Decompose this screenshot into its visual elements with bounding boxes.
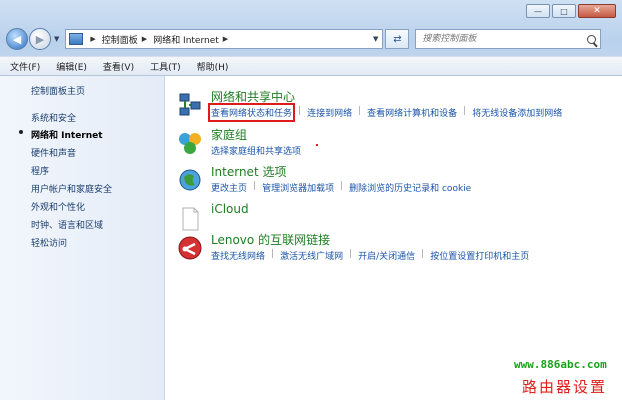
address-bar[interactable]: ▶ 控制面板 ▶ 网络和 Internet ▶ ▼	[65, 29, 384, 49]
search-icon[interactable]	[587, 34, 597, 44]
network-sharing-icon	[179, 93, 201, 116]
link-separator: |	[271, 249, 275, 259]
sidebar-item-hardware-sound[interactable]: 硬件和声音	[31, 146, 76, 159]
breadcrumb-sep-icon[interactable]: ▶	[223, 35, 228, 43]
link-connect-network[interactable]: 连接到网络	[307, 106, 352, 119]
homegroup-icon	[179, 133, 201, 154]
category-links: 查找无线网络 | 激活无线广域网 | 开启/关闭通信 | 按位置设置打印机和主页	[211, 249, 529, 262]
category-links: 选择家庭组和共享选项	[211, 144, 301, 157]
breadcrumb-network-internet[interactable]: 网络和 Internet	[153, 33, 219, 46]
watermark-url: www.886abc.com	[514, 358, 607, 371]
menu-bar: 文件(F) 编辑(E) 查看(V) 工具(T) 帮助(H)	[0, 56, 622, 76]
window-buttons: — □ ✕	[524, 4, 616, 18]
search-box[interactable]	[415, 29, 602, 49]
category-links: 查看网络状态和任务 | 连接到网络 | 查看网络计算机和设备 | 将无线设备添加…	[207, 103, 562, 122]
sidebar-item-network-internet[interactable]: 网络和 Internet	[31, 128, 103, 141]
link-separator: |	[349, 249, 353, 259]
address-dropdown-icon[interactable]: ▼	[373, 35, 378, 43]
sidebar-item-ease-of-access[interactable]: 轻松访问	[31, 236, 67, 249]
breadcrumb-control-panel[interactable]: 控制面板	[102, 33, 138, 46]
menu-file[interactable]: 文件(F)	[0, 60, 46, 73]
watermark-text: 路由器设置	[522, 378, 608, 396]
link-change-homepage[interactable]: 更改主页	[211, 181, 247, 194]
menu-view[interactable]: 查看(V)	[93, 60, 140, 73]
refresh-icon: ⇄	[393, 33, 402, 45]
link-separator: |	[340, 181, 344, 191]
sidebar-item-system-security[interactable]: 系统和安全	[31, 111, 76, 124]
sidebar: 控制面板主页 系统和安全 网络和 Internet 硬件和声音 程序 用户帐户和…	[0, 76, 165, 400]
category-title-network-sharing[interactable]: 网络和共享中心	[211, 88, 295, 105]
active-bullet-icon	[19, 130, 23, 134]
recent-pages-dropdown-icon[interactable]: ▼	[54, 35, 59, 43]
category-title-homegroup[interactable]: 家庭组	[211, 126, 247, 143]
refresh-button[interactable]: ⇄	[385, 29, 410, 49]
minimize-button[interactable]: —	[526, 4, 550, 18]
sidebar-item-clock-language[interactable]: 时钟、语言和区域	[31, 218, 103, 231]
close-button[interactable]: ✕	[578, 4, 616, 18]
back-arrow-icon: ◀	[12, 32, 22, 46]
breadcrumb: ▶ 控制面板 ▶ 网络和 Internet ▶	[86, 33, 234, 46]
search-input[interactable]	[420, 33, 585, 45]
breadcrumb-sep-icon[interactable]: ▶	[142, 35, 147, 43]
link-view-network-status[interactable]: 查看网络状态和任务	[207, 103, 296, 122]
link-separator: |	[253, 181, 257, 191]
sidebar-item-home[interactable]: 控制面板主页	[31, 84, 85, 97]
link-separator: |	[463, 106, 467, 116]
link-homegroup-sharing-options[interactable]: 选择家庭组和共享选项	[211, 144, 301, 157]
link-add-wireless-device[interactable]: 将无线设备添加到网络	[472, 106, 562, 119]
back-button[interactable]: ◀	[6, 28, 28, 50]
main-content: 网络和共享中心 查看网络状态和任务 | 连接到网络 | 查看网络计算机和设备 |…	[165, 76, 622, 400]
internet-options-icon	[179, 169, 201, 191]
menu-tools[interactable]: 工具(T)	[140, 60, 187, 73]
category-title-icloud[interactable]: iCloud	[211, 202, 249, 216]
forward-arrow-icon: ▶	[35, 32, 45, 46]
category-title-lenovo-links[interactable]: Lenovo 的互联网链接	[211, 231, 330, 248]
link-activate-wwan[interactable]: 激活无线广域网	[280, 249, 343, 262]
sidebar-item-appearance[interactable]: 外观和个性化	[31, 200, 85, 213]
menu-help[interactable]: 帮助(H)	[187, 60, 235, 73]
link-view-network-computers[interactable]: 查看网络计算机和设备	[367, 106, 457, 119]
control-panel-icon	[69, 33, 84, 45]
link-separator: |	[358, 106, 362, 116]
link-delete-history[interactable]: 删除浏览的历史记录和 cookie	[349, 181, 471, 194]
window-body: 控制面板主页 系统和安全 网络和 Internet 硬件和声音 程序 用户帐户和…	[0, 76, 622, 400]
icloud-icon	[182, 207, 199, 231]
menu-edit[interactable]: 编辑(E)	[46, 60, 93, 73]
link-find-wireless[interactable]: 查找无线网络	[211, 249, 265, 262]
control-panel-window: — □ ✕ ◀ ▶ ▼ ▶ 控制面板 ▶ 网络和 Internet ▶ ▼ ⇄	[0, 0, 622, 400]
sidebar-item-programs[interactable]: 程序	[31, 164, 49, 177]
navigation-bar: ◀ ▶ ▼ ▶ 控制面板 ▶ 网络和 Internet ▶ ▼ ⇄	[6, 24, 616, 54]
forward-button[interactable]: ▶	[29, 28, 51, 50]
category-title-internet-options[interactable]: Internet 选项	[211, 163, 286, 180]
window-frame: — □ ✕ ◀ ▶ ▼ ▶ 控制面板 ▶ 网络和 Internet ▶ ▼ ⇄	[0, 0, 622, 76]
lenovo-link-icon	[178, 236, 202, 260]
breadcrumb-sep-icon[interactable]: ▶	[90, 35, 95, 43]
link-separator: |	[421, 249, 425, 259]
link-toggle-communication[interactable]: 开启/关闭通信	[358, 249, 415, 262]
link-location-printer[interactable]: 按位置设置打印机和主页	[430, 249, 529, 262]
category-links: 更改主页 | 管理浏览器加载项 | 删除浏览的历史记录和 cookie	[211, 181, 471, 194]
sidebar-item-user-accounts[interactable]: 用户帐户和家庭安全	[31, 182, 112, 195]
maximize-button[interactable]: □	[552, 4, 576, 18]
link-separator: |	[298, 106, 302, 116]
red-dot-mark	[316, 144, 318, 146]
link-manage-addons[interactable]: 管理浏览器加载项	[262, 181, 334, 194]
